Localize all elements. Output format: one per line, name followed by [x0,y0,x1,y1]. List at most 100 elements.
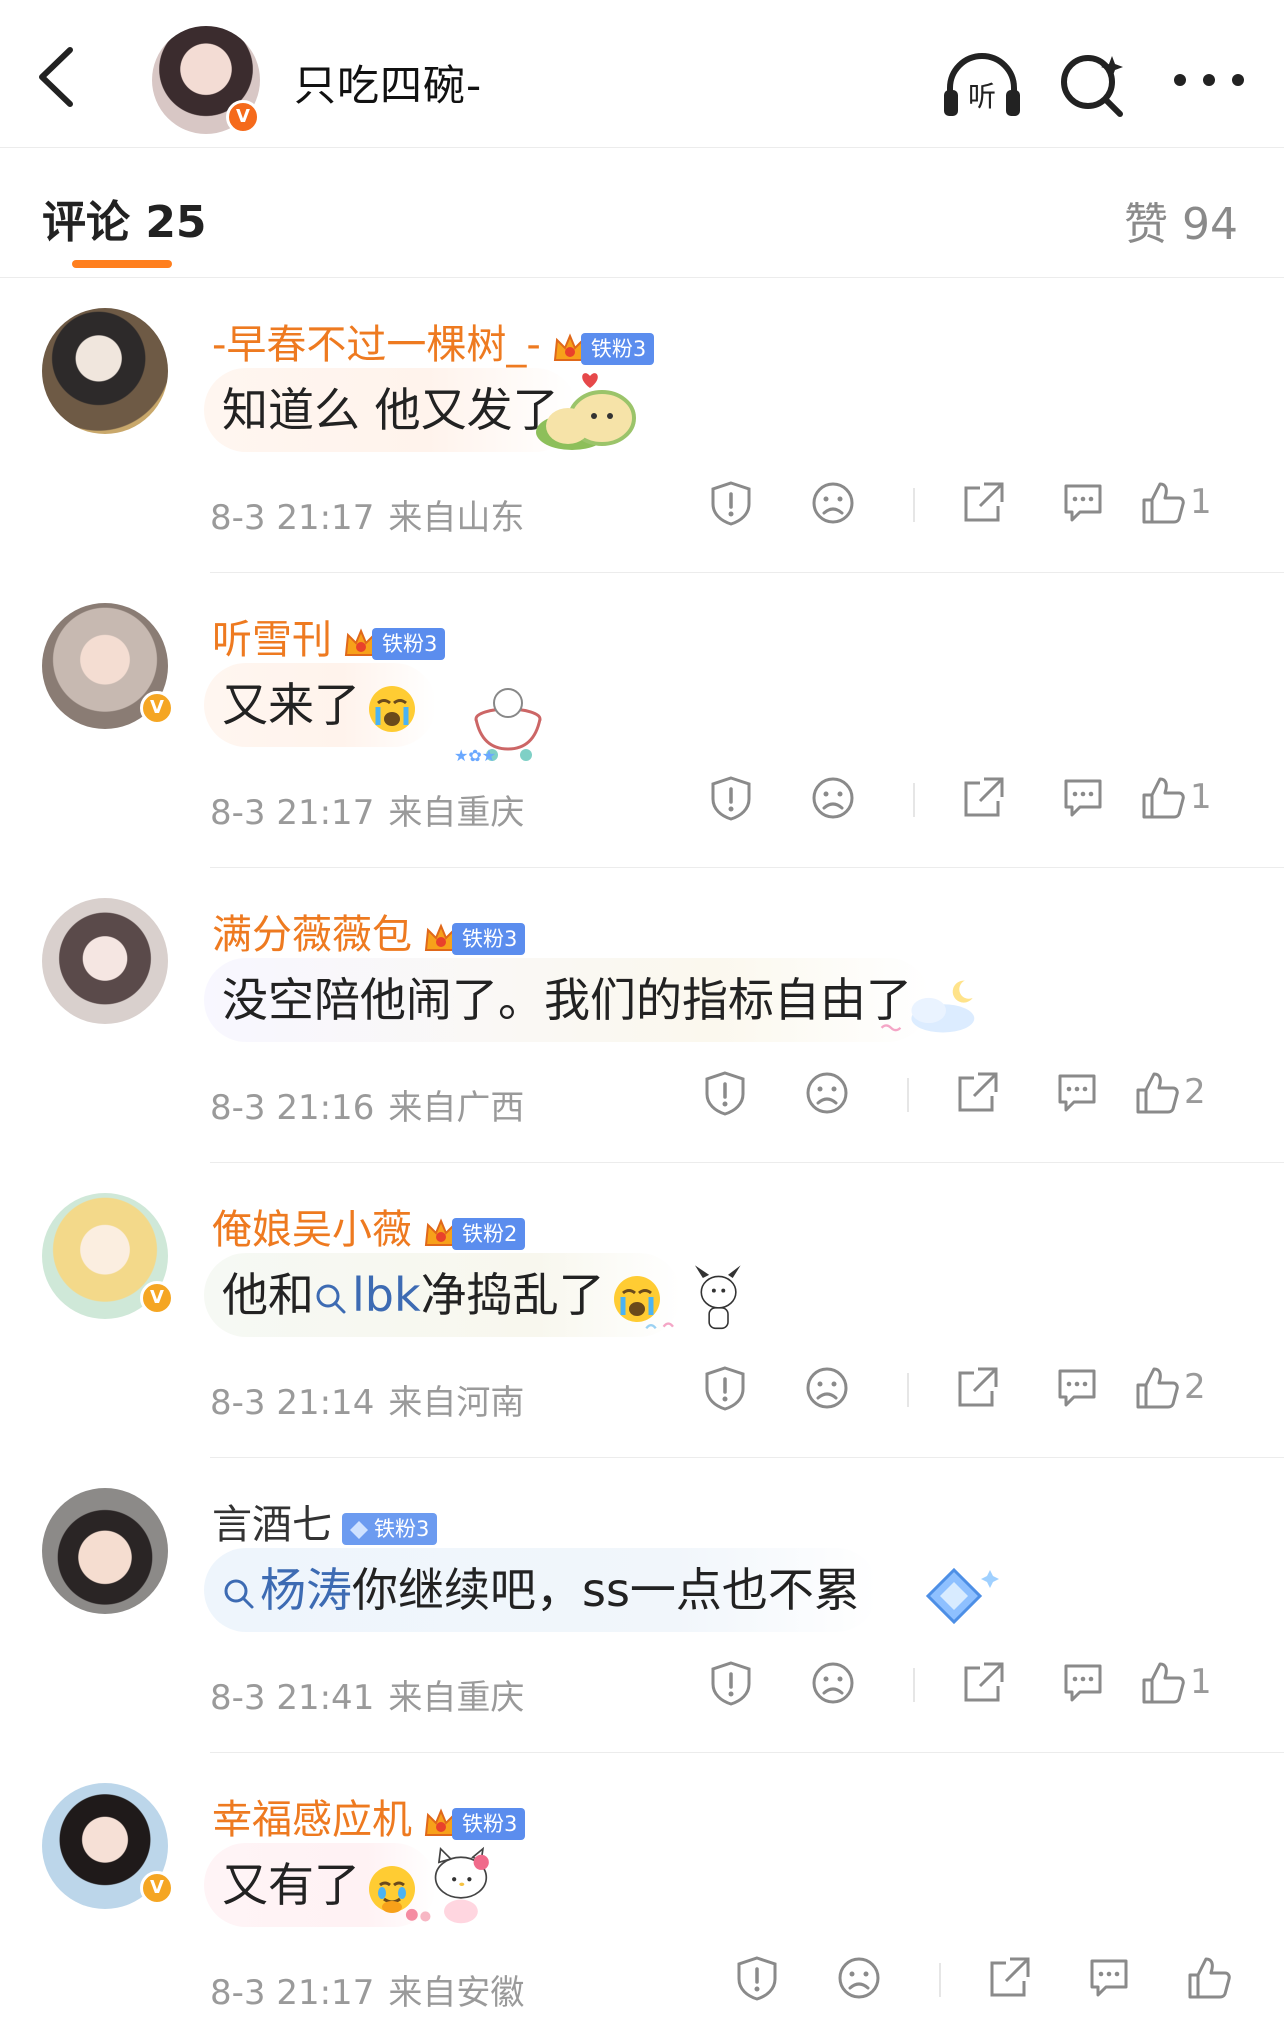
report-icon[interactable] [708,775,754,821]
search-icon [224,1579,254,1608]
verified-badge: V [140,1281,174,1315]
dislike-face-icon[interactable] [804,1365,850,1411]
kitty-sticker-icon [405,1846,489,1924]
reply-icon[interactable] [1060,775,1106,821]
username[interactable]: 幸福感应机 铁粉3 [212,1787,526,1845]
share-icon[interactable] [960,775,1006,821]
author-name[interactable]: 只吃四碗- [294,52,482,113]
report-icon[interactable] [702,1365,748,1411]
like-thumb-icon[interactable] [1140,775,1186,821]
comment-meta: 8-3 21:17 来自重庆 [210,785,524,834]
comment-location: 来自山东 [388,498,525,538]
diamond-icon [350,1521,368,1539]
fan-badge: 铁粉3 [342,619,446,660]
comment-text-after: 你继续吧，ss一点也不累 [352,1563,860,1617]
comment-actions [734,1949,1274,2009]
back-button[interactable] [30,42,90,112]
dislike-face-icon[interactable] [810,1660,856,1706]
reply-icon[interactable] [1060,480,1106,526]
dislike-face-icon[interactable] [836,1955,882,2001]
like-thumb-icon[interactable] [1140,480,1186,526]
username[interactable]: 俺娘吴小薇 铁粉2 [212,1197,526,1255]
comment-item: V 俺娘吴小薇 铁粉2 他和 lbk净捣乱了 8-3 21:14 来自河南 2 [0,1163,1284,1458]
verified-badge: V [140,691,174,725]
fan-badge-label: 铁粉3 [452,923,526,955]
like-count: 1 [1190,777,1212,817]
like-thumb-icon[interactable] [1140,1660,1186,1706]
username-text: 言酒七 [212,1502,332,1548]
topic-link[interactable]: 杨涛 [222,1563,352,1617]
avatar[interactable] [42,308,168,434]
comment-bubble[interactable]: 他和 lbk净捣乱了 [204,1253,681,1337]
username[interactable]: 满分薇薇包 铁粉3 [212,902,526,960]
report-icon[interactable] [708,480,754,526]
username[interactable]: 言酒七 铁粉3 [212,1492,438,1550]
comment-bubble[interactable]: 杨涛你继续吧，ss一点也不累 [204,1548,878,1632]
comment-time: 8-3 21:16 [210,1088,375,1128]
sleeping-cloud-sticker-icon [880,980,975,1033]
comment-actions: 1 [708,769,1248,829]
share-icon[interactable] [954,1070,1000,1116]
avatar[interactable]: V [42,603,174,729]
avatar[interactable]: V [42,1193,174,1319]
search-button[interactable] [1058,50,1128,120]
reply-icon[interactable] [1086,1955,1132,2001]
fan-badge-label: 铁粉3 [580,333,655,365]
dislike-face-icon[interactable] [804,1070,850,1116]
avatar[interactable] [42,898,168,1024]
like-thumb-icon[interactable] [1186,1955,1232,2001]
reply-icon[interactable] [1060,1660,1106,1706]
share-icon[interactable] [960,1660,1006,1706]
like-thumb-icon[interactable] [1134,1070,1180,1116]
comment-text: 又来了 [222,678,418,732]
comment-meta: 8-3 21:17 来自安徽 [210,1965,524,2014]
avatar[interactable]: V [42,1783,174,1909]
report-icon[interactable] [734,1955,780,2001]
comment-bubble[interactable]: 知道么 他又发了 [204,368,577,452]
comment-text: 知道么 他又发了 [222,383,559,437]
reply-icon[interactable] [1054,1365,1100,1411]
dislike-face-icon[interactable] [810,480,856,526]
username[interactable]: -早春不过一棵树_- 铁粉3 [212,312,655,370]
comment-item: 言酒七 铁粉3 杨涛你继续吧，ss一点也不累 8-3 21:41 来自重庆 1 [0,1458,1284,1753]
comment-time: 8-3 21:41 [210,1678,375,1718]
reply-icon[interactable] [1054,1070,1100,1116]
diamond-sticker-icon [925,1567,999,1625]
like-thumb-icon[interactable] [1134,1365,1180,1411]
comment-text: 他和 lbk净捣乱了 [222,1268,663,1322]
comment-actions: 1 [708,1654,1248,1714]
more-button[interactable] [1170,60,1248,100]
author-avatar[interactable]: V [152,26,260,134]
comment-time: 8-3 21:17 [210,1973,375,2013]
username[interactable]: 听雪刊 铁粉3 [212,607,446,665]
listen-button[interactable]: 听 [940,50,1024,120]
fan-badge: 铁粉3 [551,324,655,365]
fan-badge: 铁粉3 [422,1799,526,1840]
search-sparkle-icon [1061,55,1123,117]
comment-meta: 8-3 21:17 来自山东 [210,490,524,539]
comment-bubble[interactable]: 又来了 [204,663,436,747]
action-separator [939,1963,941,1997]
crying-face-icon [369,685,415,732]
chevron-left-icon [39,47,73,107]
like-count: 2 [1184,1072,1206,1112]
comment-meta: 8-3 21:41 来自重庆 [210,1670,524,1719]
report-icon[interactable] [708,1660,754,1706]
topic-link[interactable]: lbk [314,1268,421,1322]
comment-bubble[interactable]: 没空陪他闹了。我们的指标自由了 [204,958,930,1042]
comment-text-content: 又来了 [222,678,360,732]
avatar[interactable] [42,1488,168,1614]
share-icon[interactable] [960,480,1006,526]
fan-badge: 铁粉3 [422,914,526,955]
share-icon[interactable] [954,1365,1000,1411]
tab-comments[interactable]: 评论 25 [42,186,207,250]
fan-badge-pill: 铁粉3 [342,1513,438,1545]
tab-likes[interactable]: 赞 94 [1124,188,1238,252]
comment-item: V 听雪刊 铁粉3 又来了 ★✿★ 8-3 21:17 来自重庆 1 [0,573,1284,868]
svg-text:★✿★: ★✿★ [454,746,496,763]
comment-text: 又有了 [222,1858,418,1913]
report-icon[interactable] [702,1070,748,1116]
dislike-face-icon[interactable] [810,775,856,821]
username-text: 俺娘吴小薇 [212,1207,412,1253]
share-icon[interactable] [986,1955,1032,2001]
